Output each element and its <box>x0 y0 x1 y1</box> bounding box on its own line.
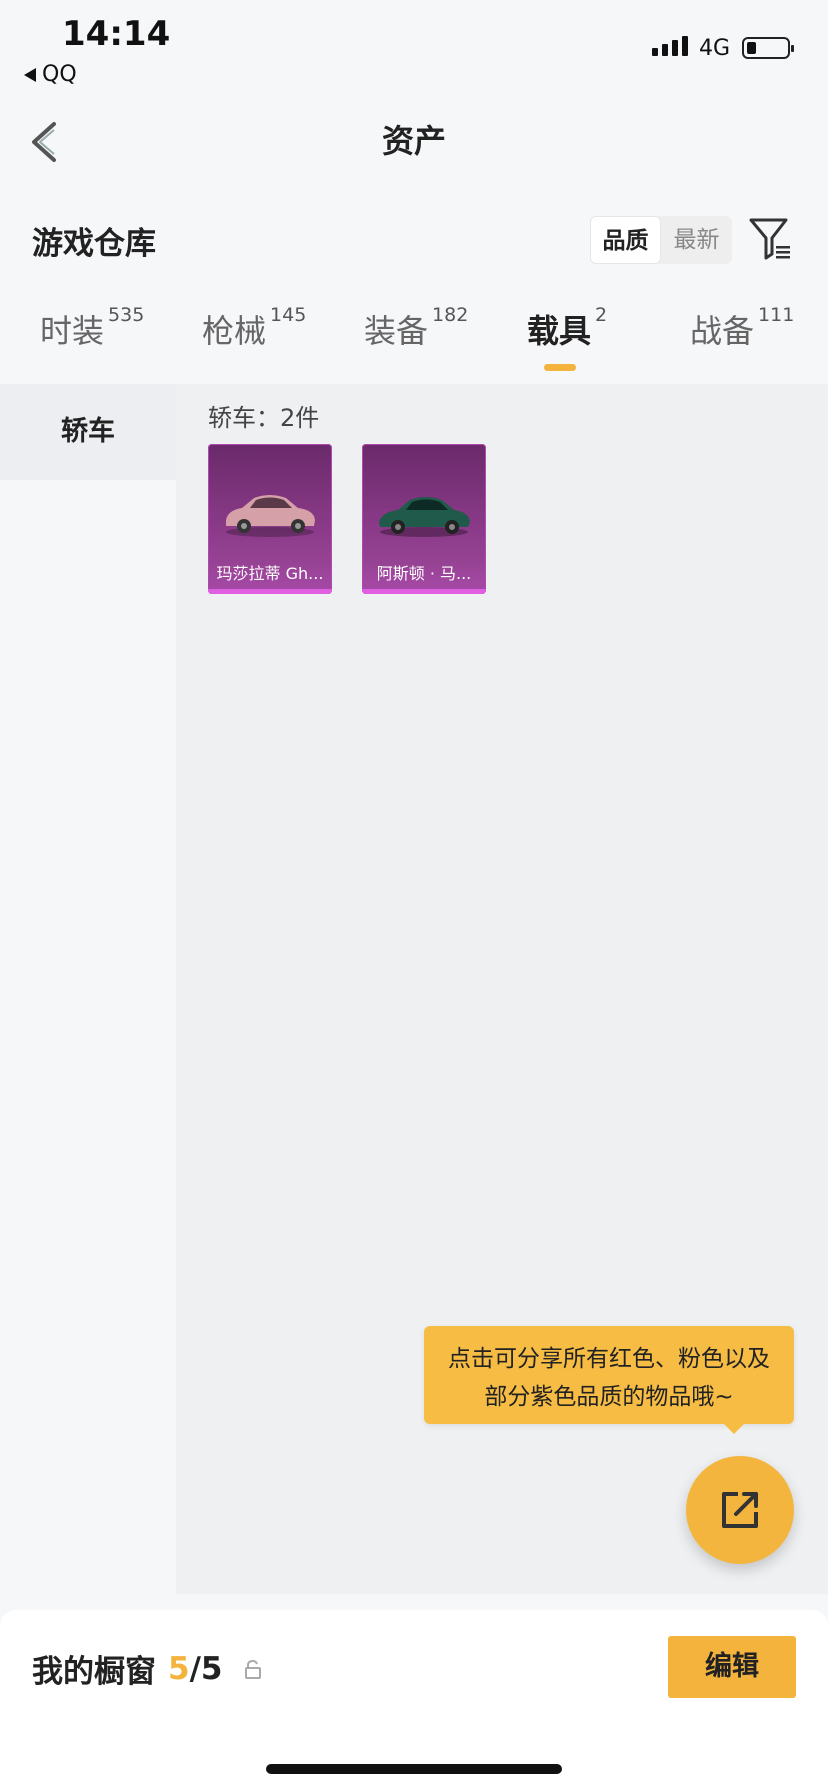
filter-icon <box>749 218 790 260</box>
network-type: 4G <box>699 36 731 61</box>
item-card-maserati[interactable]: 玛莎拉蒂 Gh... <box>208 444 332 594</box>
item-count: 轿车：2件 <box>208 404 320 432</box>
item-name: 玛莎拉蒂 Gh... <box>216 564 324 583</box>
tooltip-line-2: 部分紫色品质的物品哦~ <box>484 1384 734 1410</box>
showcase-used-count: 5 <box>168 1650 190 1687</box>
sort-newest-button[interactable]: 最新 <box>661 216 732 264</box>
signal-icon <box>652 36 688 56</box>
lock-icon <box>245 1659 262 1679</box>
share-tooltip: 点击可分享所有红色、粉色以及 部分紫色品质的物品哦~ <box>424 1326 794 1424</box>
quality-bar <box>362 589 486 594</box>
sort-toggle: 品质 最新 <box>590 216 732 264</box>
tab-supplies[interactable]: 战备 111 <box>690 304 794 352</box>
tooltip-arrow <box>722 1422 746 1434</box>
back-app-label: QQ <box>42 62 77 87</box>
active-tab-indicator <box>544 364 576 371</box>
back-triangle-icon <box>24 67 36 82</box>
showcase-label: 我的橱窗 <box>32 1654 156 1690</box>
tab-firearms[interactable]: 枪械 145 <box>202 304 306 352</box>
battery-icon <box>742 37 794 59</box>
sidebar-item-sedan[interactable]: 轿车 <box>0 384 176 480</box>
pink-car-image <box>226 495 315 537</box>
showcase-info: 我的橱窗 5/5 <box>32 1646 262 1691</box>
sort-quality-button[interactable]: 品质 <box>590 216 661 264</box>
share-button[interactable] <box>686 1456 794 1564</box>
back-to-app-link[interactable]: QQ <box>24 62 77 87</box>
tab-equipment[interactable]: 装备 182 <box>364 304 468 352</box>
subcategory-sidebar <box>0 384 176 1594</box>
warehouse-title: 游戏仓库 <box>32 226 156 262</box>
home-indicator[interactable] <box>266 1764 562 1774</box>
item-card-aston-martin[interactable]: 阿斯顿 · 马... <box>362 444 486 594</box>
share-icon <box>722 1492 758 1528</box>
status-time: 14:14 <box>62 14 171 54</box>
tooltip-line-1: 点击可分享所有红色、粉色以及 <box>448 1346 770 1372</box>
green-car-image <box>379 497 470 537</box>
tab-vehicles[interactable]: 载具 2 <box>527 304 607 352</box>
quality-bar <box>208 589 332 594</box>
tab-fashion[interactable]: 时装 535 <box>40 304 144 352</box>
filter-button[interactable] <box>748 216 794 262</box>
showcase-total: /5 <box>189 1650 223 1687</box>
item-name: 阿斯顿 · 马... <box>376 564 472 583</box>
page-title: 资产 <box>381 122 446 160</box>
edit-button[interactable]: 编辑 <box>668 1636 796 1698</box>
category-tabs: 时装 535 枪械 145 装备 182 载具 2 战备 111 <box>0 304 828 382</box>
